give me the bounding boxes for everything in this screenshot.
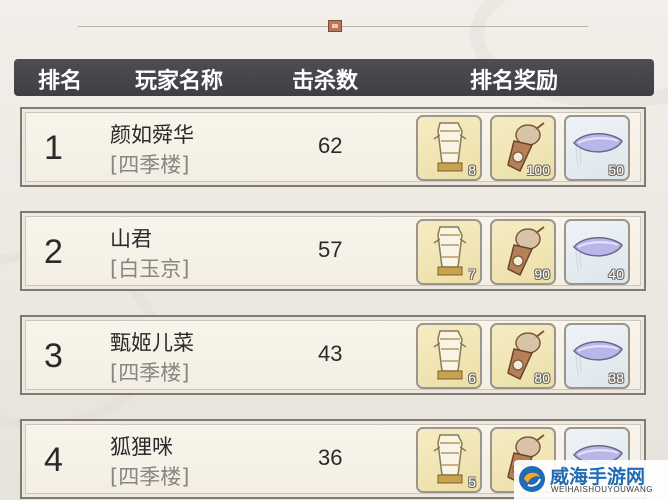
header-kills: 击杀数 [292, 69, 359, 94]
ranking-row[interactable]: 3 甄姬儿菜 [四季楼] 43 6 80 38 [20, 315, 646, 395]
player-name: 甄姬儿菜 [110, 331, 194, 355]
kill-count: 36 [318, 445, 343, 470]
watermark: 威海手游网 WEIHAISHOUYOUWANG [514, 460, 668, 500]
kill-count: 57 [318, 237, 343, 262]
reward-slot-gourd[interactable]: 80 [490, 323, 556, 389]
header-player-name: 玩家名称 [135, 69, 224, 94]
reward-quantity: 50 [608, 162, 624, 178]
reward-slot-gourd[interactable]: 90 [490, 219, 556, 285]
reward-quantity: 5 [468, 474, 476, 490]
seal-ornament-icon [328, 20, 342, 32]
watermark-subtitle: WEIHAISHOUYOUWANG [551, 485, 653, 494]
kill-count: 43 [318, 341, 343, 366]
reward-quantity: 7 [468, 266, 476, 282]
reward-slot-scroll[interactable]: 7 [416, 219, 482, 285]
ranking-row[interactable]: 1 颜如舜华 [四季楼] 62 8 100 50 [20, 107, 646, 187]
rank-number: 1 [44, 129, 63, 167]
header-rewards: 排名奖励 [470, 69, 559, 94]
reward-slot-ingot[interactable]: 50 [564, 115, 630, 181]
reward-quantity: 38 [608, 370, 624, 386]
player-guild: [四季楼] [110, 153, 190, 177]
reward-quantity: 40 [608, 266, 624, 282]
rank-number: 4 [44, 441, 63, 479]
player-guild: [四季楼] [110, 465, 190, 489]
player-name: 颜如舜华 [110, 123, 194, 147]
player-guild: [四季楼] [110, 361, 190, 385]
rank-number: 2 [44, 233, 63, 271]
reward-slot-scroll[interactable]: 6 [416, 323, 482, 389]
reward-slot-scroll[interactable]: 5 [416, 427, 482, 493]
reward-quantity: 8 [468, 162, 476, 178]
reward-quantity: 80 [534, 370, 550, 386]
player-guild: [白玉京] [110, 257, 190, 281]
ranking-row[interactable]: 2 山君 [白玉京] 57 7 90 40 [20, 211, 646, 291]
rank-number: 3 [44, 337, 63, 375]
reward-slot-scroll[interactable]: 8 [416, 115, 482, 181]
header-rank: 排名 [38, 69, 83, 94]
player-name: 狐狸咪 [110, 435, 173, 459]
kill-count: 62 [318, 133, 343, 158]
player-name: 山君 [110, 227, 152, 251]
reward-quantity: 90 [534, 266, 550, 282]
table-header: 排名 玩家名称 击杀数 排名奖励 [14, 59, 654, 96]
reward-quantity: 6 [468, 370, 476, 386]
reward-quantity: 100 [526, 162, 550, 178]
reward-slot-ingot[interactable]: 38 [564, 323, 630, 389]
reward-slot-gourd[interactable]: 100 [490, 115, 556, 181]
reward-slot-ingot[interactable]: 40 [564, 219, 630, 285]
watermark-logo-icon [519, 466, 545, 492]
